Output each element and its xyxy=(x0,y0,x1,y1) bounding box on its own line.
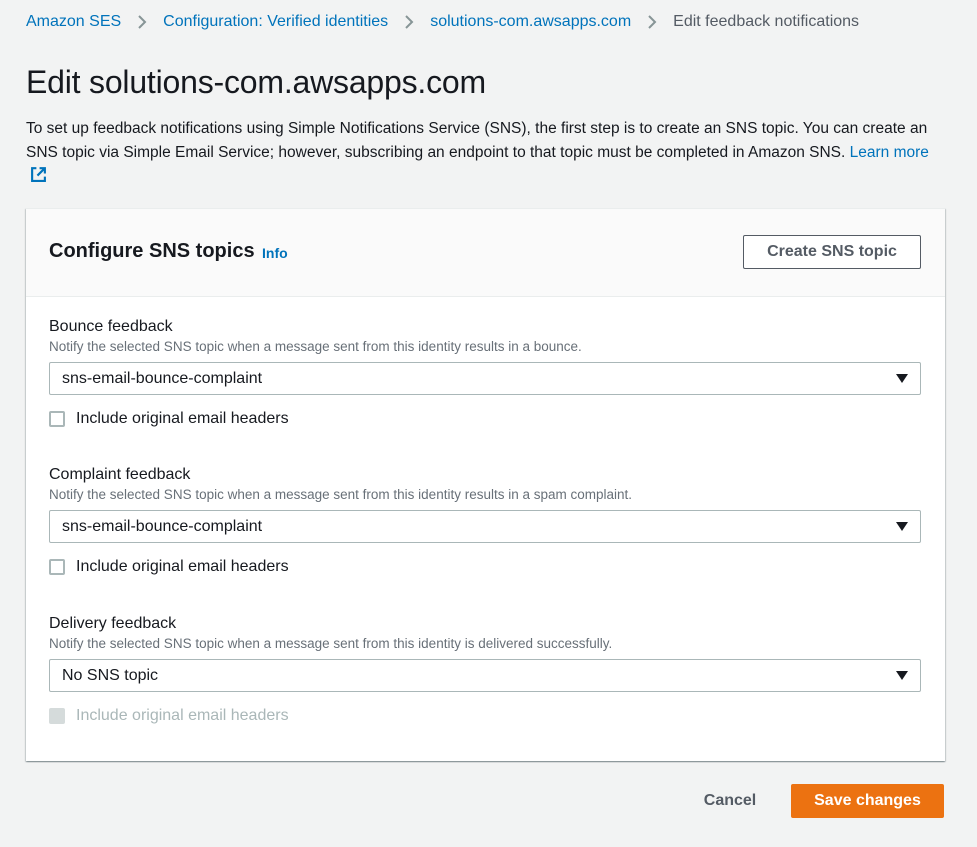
checkbox-row: Include original email headers xyxy=(49,706,921,726)
bounce-feedback-field: Bounce feedback Notify the selected SNS … xyxy=(49,317,921,429)
chevron-right-icon xyxy=(121,14,163,30)
include-headers-checkbox-disabled xyxy=(49,708,65,724)
breadcrumb: Amazon SES Configuration: Verified ident… xyxy=(26,11,859,33)
external-link-icon xyxy=(30,166,47,191)
learn-more-label: Learn more xyxy=(849,143,929,161)
caret-down-icon xyxy=(896,670,908,680)
include-headers-checkbox[interactable] xyxy=(49,559,65,575)
breadcrumb-identity[interactable]: solutions-com.awsapps.com xyxy=(430,11,631,33)
page-description-text: To set up feedback notifications using S… xyxy=(26,120,928,161)
page-description: To set up feedback notifications using S… xyxy=(26,117,936,191)
caret-down-icon xyxy=(896,373,908,383)
caret-down-icon xyxy=(896,521,908,531)
field-description: Notify the selected SNS topic when a mes… xyxy=(49,339,582,354)
complaint-topic-select[interactable]: sns-email-bounce-complaint xyxy=(49,510,921,543)
checkbox-label: Include original email headers xyxy=(76,410,289,427)
select-value: No SNS topic xyxy=(62,666,159,684)
breadcrumb-current: Edit feedback notifications xyxy=(673,13,860,30)
field-label: Bounce feedback xyxy=(49,318,173,335)
include-headers-checkbox[interactable] xyxy=(49,411,65,427)
save-changes-button[interactable]: Save changes xyxy=(791,784,944,818)
checkbox-row: Include original email headers xyxy=(49,409,921,429)
checkbox-label: Include original email headers xyxy=(76,707,289,724)
chevron-right-icon xyxy=(631,14,673,30)
select-value: sns-email-bounce-complaint xyxy=(62,369,263,387)
page-title: Edit solutions-com.awsapps.com xyxy=(26,64,486,100)
card-header: Configure SNS topics Info Create SNS top… xyxy=(26,209,945,297)
chevron-right-icon xyxy=(388,14,430,30)
complaint-feedback-field: Complaint feedback Notify the selected S… xyxy=(49,465,921,577)
card-title: Configure SNS topics xyxy=(49,240,255,262)
info-link[interactable]: Info xyxy=(262,245,288,261)
configure-sns-topics-card: Configure SNS topics Info Create SNS top… xyxy=(26,208,945,761)
field-description: Notify the selected SNS topic when a mes… xyxy=(49,636,613,651)
field-description: Notify the selected SNS topic when a mes… xyxy=(49,487,633,502)
cancel-button[interactable]: Cancel xyxy=(690,784,770,818)
checkbox-label: Include original email headers xyxy=(76,558,289,575)
select-value: sns-email-bounce-complaint xyxy=(62,517,263,535)
breadcrumb-amazon-ses[interactable]: Amazon SES xyxy=(26,11,121,33)
field-label: Delivery feedback xyxy=(49,615,177,632)
field-label: Complaint feedback xyxy=(49,466,191,483)
bounce-topic-select[interactable]: sns-email-bounce-complaint xyxy=(49,362,921,395)
delivery-feedback-field: Delivery feedback Notify the selected SN… xyxy=(49,614,921,726)
create-sns-topic-button[interactable]: Create SNS topic xyxy=(743,235,921,269)
breadcrumb-verified-identities[interactable]: Configuration: Verified identities xyxy=(163,11,388,33)
checkbox-row: Include original email headers xyxy=(49,557,921,577)
delivery-topic-select[interactable]: No SNS topic xyxy=(49,659,921,692)
